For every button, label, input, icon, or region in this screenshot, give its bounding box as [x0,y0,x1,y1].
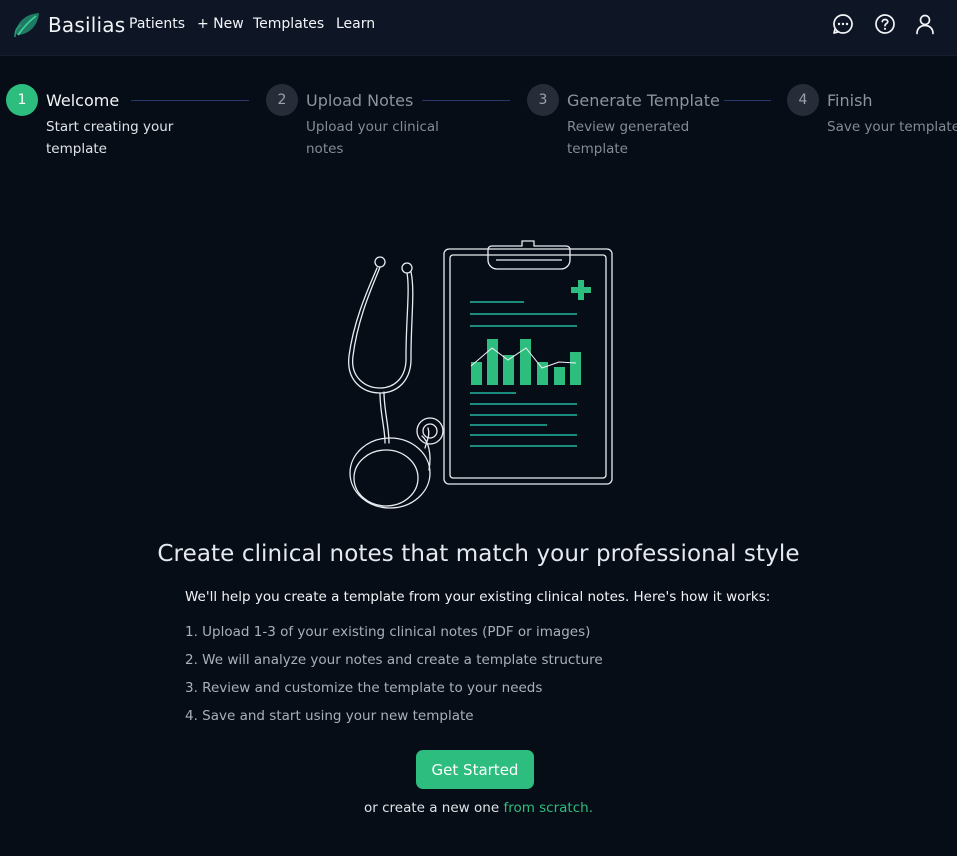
step-2-number: 2 [277,92,287,108]
brand[interactable]: Basilias [12,10,125,40]
list-item: 3. Review and customize the template to … [185,680,543,696]
step-3-description: Review generated template [567,119,690,157]
step-1-number: 1 [17,92,27,108]
list-item: 4. Save and start using your new templat… [185,708,474,724]
step-1-title: Welcome [46,91,120,110]
step-4-title: Finish [827,91,873,110]
nav-patients[interactable]: Patients [129,16,185,32]
user-icon[interactable] [914,13,936,35]
step-4-description: Save your template [827,119,957,135]
nav-templates[interactable]: Templates [253,16,324,32]
create-from-scratch-line: or create a new one from scratch. [0,800,957,816]
clinical-illustration [348,240,613,509]
chat-icon[interactable] [832,13,854,35]
alt-prefix: or create a new one [364,800,500,816]
step-1-indicator: 1 [6,84,38,116]
brand-name: Basilias [48,13,126,37]
get-started-button[interactable]: Get Started [416,750,534,789]
leaf-logo-icon [14,13,39,38]
help-icon[interactable] [874,13,896,35]
step-2-title: Upload Notes [306,91,414,110]
medical-cross-icon [571,280,591,300]
step-3-indicator: 3 [527,84,559,116]
list-item: 2. We will analyze your notes and create… [185,652,603,668]
nav-new[interactable]: + New [197,16,244,32]
step-2-description: Upload your clinical notes [306,119,439,157]
step-1-description: Start creating your template [46,119,174,157]
from-scratch-link[interactable]: from scratch. [503,800,593,816]
nav-learn[interactable]: Learn [336,16,375,32]
list-item: 1. Upload 1-3 of your existing clinical … [185,624,591,640]
step-2-indicator: 2 [266,84,298,116]
page-headline: Create clinical notes that match your pr… [157,541,800,567]
step-connector [131,100,249,101]
intro-text: We'll help you create a template from yo… [185,589,771,605]
step-4-number: 4 [798,92,808,108]
step-connector [724,100,771,101]
stethoscope-icon [348,256,444,509]
top-navigation-bar: Basilias Patients + New Templates Learn [0,0,957,56]
step-3-number: 3 [538,92,548,108]
how-it-works-list: 1. Upload 1-3 of your existing clinical … [185,623,603,735]
step-connector [422,100,510,101]
step-4-indicator: 4 [787,84,819,116]
step-3-title: Generate Template [567,91,720,110]
